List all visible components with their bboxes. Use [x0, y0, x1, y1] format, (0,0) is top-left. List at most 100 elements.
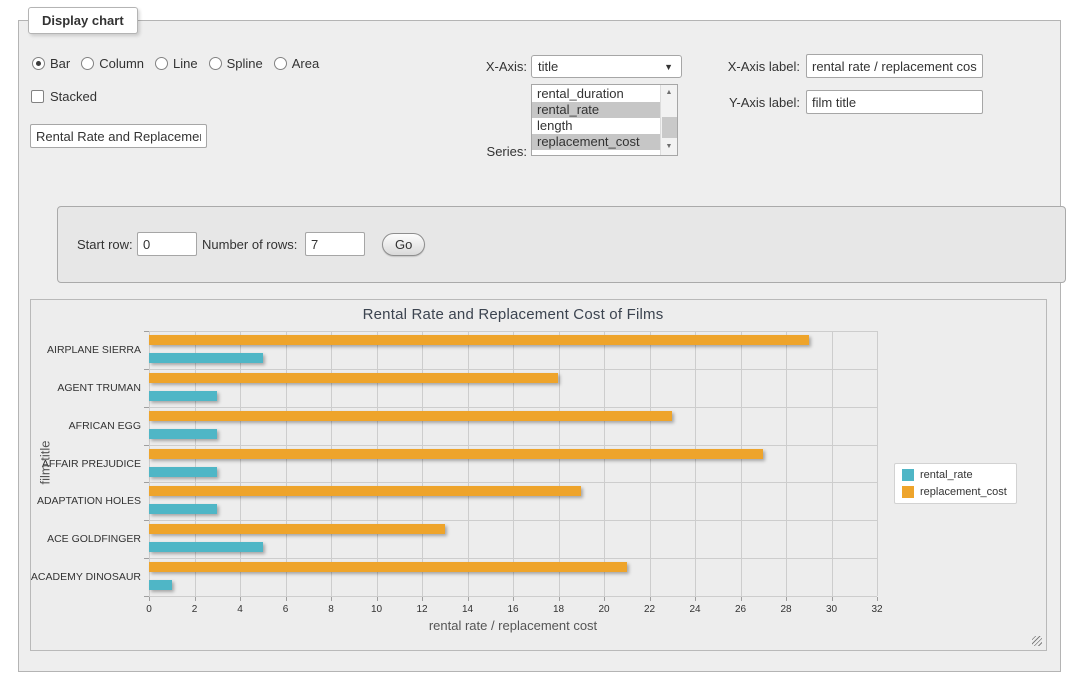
bar-rental_rate: [149, 429, 217, 439]
radio-spline[interactable]: Spline: [209, 56, 263, 71]
radio-icon[interactable]: [155, 57, 168, 70]
series-option-rental_duration[interactable]: rental_duration: [532, 86, 660, 102]
gridline: [377, 331, 378, 596]
x-tick: [468, 597, 469, 601]
bar-replacement_cost: [149, 562, 627, 572]
x-tick-label: 24: [675, 604, 715, 615]
gridline: [240, 331, 241, 596]
scrollbar[interactable]: ▲ ▼: [660, 85, 677, 155]
x-tick: [286, 597, 287, 601]
stacked-checkbox[interactable]: [31, 90, 44, 103]
resize-handle-icon[interactable]: [1032, 636, 1042, 646]
x-axis-label-input[interactable]: [806, 54, 983, 78]
gridline: [695, 331, 696, 596]
chevron-down-icon: ▼: [664, 62, 673, 72]
x-axis-select-value: title: [538, 59, 558, 74]
radio-icon[interactable]: [81, 57, 94, 70]
radio-area[interactable]: Area: [274, 56, 319, 71]
page: Start row: Number of rows: Go Display ch…: [0, 0, 1081, 681]
category-label: AIRPLANE SIERRA: [29, 344, 141, 356]
gridline: [559, 331, 560, 596]
start-row-input[interactable]: [137, 232, 197, 256]
x-tick: [559, 597, 560, 601]
legend-label: rental_rate: [920, 469, 973, 481]
y-axis-label-input[interactable]: [806, 90, 983, 114]
bar-rental_rate: [149, 542, 263, 552]
bar-replacement_cost: [149, 524, 445, 534]
series-option-rental_rate[interactable]: rental_rate: [532, 102, 660, 118]
category-label: ACADEMY DINOSAUR: [29, 571, 141, 583]
gridline: [832, 331, 833, 596]
radio-icon[interactable]: [274, 57, 287, 70]
bar-replacement_cost: [149, 335, 809, 345]
x-tick-label: 26: [721, 604, 761, 615]
radio-label: Spline: [227, 56, 263, 71]
series-option-length[interactable]: length: [532, 118, 660, 134]
legend-swatch-icon: [902, 486, 914, 498]
x-tick: [195, 597, 196, 601]
gridline: [331, 331, 332, 596]
legend-item-replacement_cost[interactable]: replacement_cost: [902, 486, 1007, 498]
gridline: [286, 331, 287, 596]
number-of-rows-input[interactable]: [305, 232, 365, 256]
chart-area: Rental Rate and Replacement Cost of Film…: [30, 299, 1047, 651]
x-tick: [149, 597, 150, 601]
radio-icon[interactable]: [209, 57, 222, 70]
series-list-label: Series:: [437, 144, 527, 159]
chart-title: Rental Rate and Replacement Cost of Film…: [149, 306, 877, 323]
bar-rental_rate: [149, 391, 217, 401]
gridline: [513, 331, 514, 596]
bar-rental_rate: [149, 580, 172, 590]
number-of-rows-label: Number of rows:: [202, 237, 297, 252]
x-tick-label: 32: [857, 604, 897, 615]
x-tick: [422, 597, 423, 601]
radio-label: Area: [292, 56, 319, 71]
series-options: rental_durationrental_ratelengthreplacem…: [532, 86, 660, 150]
x-tick: [240, 597, 241, 601]
radio-icon[interactable]: [32, 57, 45, 70]
x-tick: [650, 597, 651, 601]
chart-title-input[interactable]: [30, 124, 207, 148]
gridline: [422, 331, 423, 596]
x-tick-label: 28: [766, 604, 806, 615]
x-tick: [786, 597, 787, 601]
scrollbar-thumb[interactable]: [662, 117, 677, 138]
gridline: [149, 331, 150, 596]
gridline: [741, 331, 742, 596]
x-tick-label: 12: [402, 604, 442, 615]
x-tick: [832, 597, 833, 601]
bar-replacement_cost: [149, 373, 558, 383]
x-tick: [377, 597, 378, 601]
gridline: [786, 331, 787, 596]
radio-bar[interactable]: Bar: [32, 56, 70, 71]
gridline: [650, 331, 651, 596]
x-axis-select[interactable]: title ▼: [531, 55, 682, 78]
radio-label: Column: [99, 56, 144, 71]
rows-panel: Start row: Number of rows: Go: [57, 206, 1066, 283]
bar-replacement_cost: [149, 486, 581, 496]
series-listbox[interactable]: rental_durationrental_ratelengthreplacem…: [531, 84, 678, 156]
stacked-checkbox-row[interactable]: Stacked: [31, 89, 97, 104]
x-axis-title: rental rate / replacement cost: [149, 618, 877, 633]
x-tick-label: 2: [175, 604, 215, 615]
bar-replacement_cost: [149, 449, 763, 459]
x-tick: [695, 597, 696, 601]
go-button[interactable]: Go: [382, 233, 425, 256]
x-tick: [877, 597, 878, 601]
x-tick-label: 16: [493, 604, 533, 615]
x-tick-label: 22: [630, 604, 670, 615]
x-tick-label: 0: [129, 604, 169, 615]
chart-legend: rental_rate replacement_cost: [894, 463, 1017, 504]
radio-column[interactable]: Column: [81, 56, 144, 71]
x-tick: [331, 597, 332, 601]
scroll-down-icon[interactable]: ▼: [661, 139, 677, 155]
radio-line[interactable]: Line: [155, 56, 198, 71]
legend-item-rental_rate[interactable]: rental_rate: [902, 469, 1007, 481]
start-row-label: Start row:: [77, 237, 133, 252]
series-option-replacement_cost[interactable]: replacement_cost: [532, 134, 660, 150]
radio-label: Bar: [50, 56, 70, 71]
bar-rental_rate: [149, 353, 263, 363]
scroll-up-icon[interactable]: ▲: [661, 85, 677, 101]
x-tick-label: 6: [266, 604, 306, 615]
gridline: [195, 331, 196, 596]
